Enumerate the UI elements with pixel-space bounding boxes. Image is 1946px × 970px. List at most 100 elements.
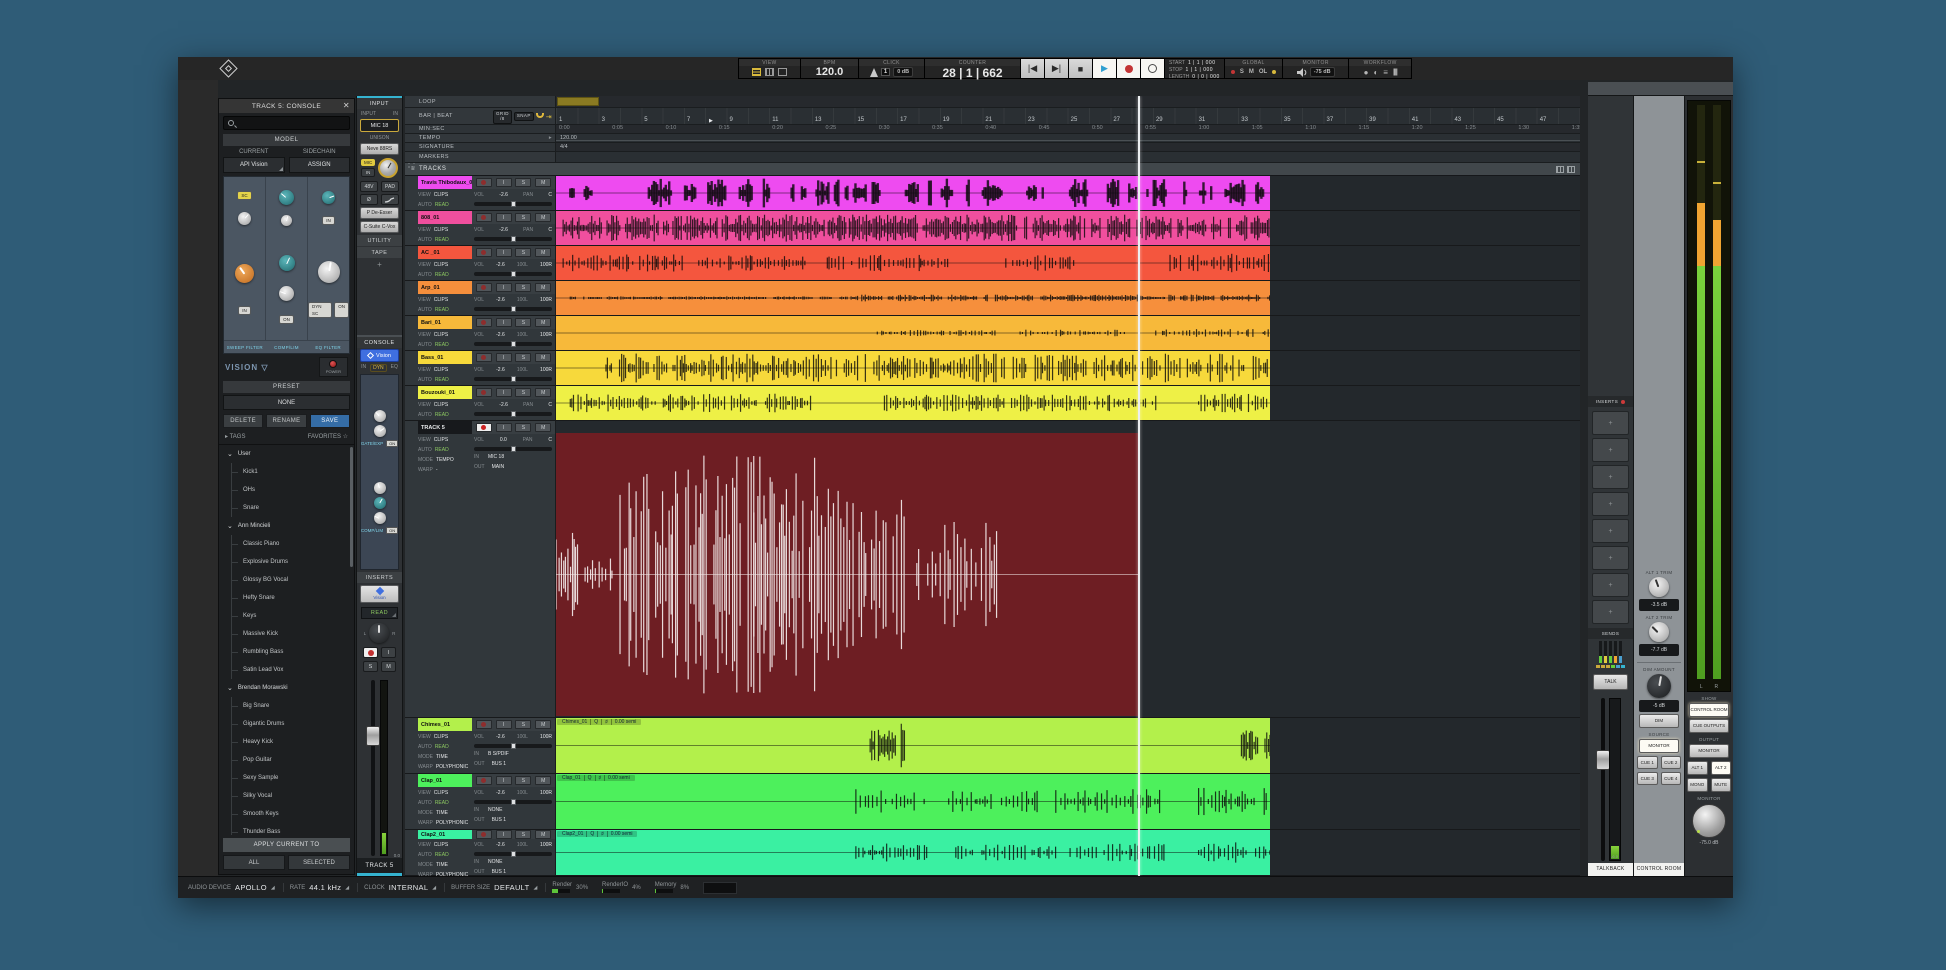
solo-button[interactable]: S <box>363 661 378 672</box>
track-record-arm-button[interactable] <box>476 248 492 257</box>
global-record-indicator[interactable] <box>1231 70 1235 74</box>
pan-knob[interactable] <box>369 623 389 643</box>
inserts-power-icon[interactable] <box>1621 400 1625 404</box>
length-value[interactable]: 0 | 0 | 000 <box>1192 74 1220 80</box>
plugin-knob[interactable] <box>279 190 294 205</box>
pan-slider[interactable] <box>474 744 552 748</box>
global-clip-indicator[interactable] <box>1272 70 1276 74</box>
info-value[interactable]: READ <box>435 342 449 348</box>
pan-left-label[interactable]: 100L <box>517 332 528 338</box>
plugin-knob[interactable] <box>238 212 251 225</box>
vol-value[interactable]: -2.6 <box>496 332 505 338</box>
plugin-in-chip[interactable]: IN <box>322 216 335 225</box>
plugin-in-chip[interactable]: IN <box>238 306 251 315</box>
tags-toggle[interactable]: ▸ TAGS <box>225 433 245 440</box>
track-record-arm-button[interactable] <box>476 830 492 839</box>
follow-playhead-icon[interactable]: ⇥ <box>546 113 552 121</box>
preset-item[interactable]: Pop Guitar <box>219 751 354 769</box>
info-value[interactable]: READ <box>435 237 449 243</box>
track-name[interactable]: AC _01 <box>418 246 472 259</box>
clip-label[interactable]: Chimes_01Q♯0.00 semi <box>557 719 641 725</box>
pad-button[interactable]: PAD <box>381 181 399 192</box>
dim-amount-knob[interactable] <box>1647 674 1671 698</box>
power-button[interactable]: POWER <box>319 357 348 377</box>
info-value[interactable]: READ <box>435 307 449 313</box>
info-value[interactable]: CLIPS <box>434 402 448 408</box>
track-name[interactable]: Bari_01 <box>418 316 472 329</box>
monitor-db-value[interactable]: -75 dB <box>1310 67 1335 77</box>
track-record-arm-button[interactable] <box>476 423 492 432</box>
info-value[interactable]: POLYPHONIC <box>436 764 468 770</box>
out-value[interactable]: MAIN <box>492 464 505 470</box>
cue2-button[interactable]: CUE 2 <box>1661 756 1682 769</box>
alt2-button[interactable]: ALT 2 <box>1711 761 1732 775</box>
track-record-arm-button[interactable] <box>476 720 492 729</box>
info-value[interactable]: CLIPS <box>434 437 448 443</box>
track-name[interactable]: TRACK 5 <box>418 421 472 434</box>
comp-thresh-knob[interactable] <box>374 482 386 494</box>
rename-button[interactable]: RENAME <box>266 414 306 428</box>
pan-slider-handle[interactable] <box>511 411 516 417</box>
info-value[interactable]: CLIPS <box>434 842 448 848</box>
track-lane[interactable] <box>556 421 1580 717</box>
comp-on-chip[interactable]: ON <box>386 527 398 534</box>
out-value[interactable]: BUS 1 <box>492 817 506 823</box>
input-section-header[interactable]: INPUT <box>357 96 402 109</box>
pan-slider[interactable] <box>474 342 552 346</box>
insert-slot[interactable]: + <box>1592 600 1629 624</box>
pan-left-label[interactable]: 100L <box>517 297 528 303</box>
info-value[interactable]: TEMPO <box>436 457 454 463</box>
track-input-button[interactable]: I <box>496 283 512 292</box>
vol-value[interactable]: -2.6 <box>496 262 505 268</box>
track-name[interactable]: Arp_01 <box>418 281 472 294</box>
track-input-button[interactable]: I <box>496 388 512 397</box>
out-value[interactable]: BUS 1 <box>492 869 506 875</box>
global-solo-indicator[interactable]: S <box>1240 69 1244 75</box>
comp-ratio-knob[interactable] <box>374 497 386 509</box>
vol-value[interactable]: -2.6 <box>496 367 505 373</box>
workflow-lanes-icon[interactable]: |||| <box>1393 69 1397 76</box>
track-header[interactable]: Clap2_01ISMVIEWCLIPSAUTOREADMODETIMEWARP… <box>405 830 556 875</box>
track-name[interactable]: Bouzouki_01 <box>418 386 472 399</box>
pan-slider[interactable] <box>474 307 552 311</box>
click-count-badge[interactable]: 1 <box>881 68 890 76</box>
global-mute-indicator[interactable]: M <box>1249 69 1254 75</box>
cue-outputs-button[interactable]: CUE OUTPUTS <box>1689 719 1729 733</box>
pan-right-label[interactable]: C <box>548 437 552 443</box>
in-value[interactable]: NONE <box>488 859 502 865</box>
preset-item[interactable]: Classic Piano <box>219 535 354 553</box>
track-record-arm-button[interactable] <box>476 178 492 187</box>
tape-section-header[interactable]: TAPE <box>357 247 402 258</box>
pan-slider-handle[interactable] <box>511 851 516 857</box>
plugin-knob[interactable] <box>322 191 335 204</box>
play-button[interactable]: ▶ <box>1093 59 1117 78</box>
vol-value[interactable]: -2.6 <box>496 734 505 740</box>
track-input-button[interactable]: I <box>496 213 512 222</box>
skip-to-end-button[interactable]: ▶| <box>1045 59 1069 78</box>
pan-slider-handle[interactable] <box>511 743 516 749</box>
preset-item[interactable]: Kick1 <box>219 463 354 481</box>
pan-slider[interactable] <box>474 237 552 241</box>
track-mute-button[interactable]: M <box>535 213 551 222</box>
inserts-section-header[interactable]: INSERTS <box>357 572 402 583</box>
pan-slider[interactable] <box>474 202 552 206</box>
deesser-slot[interactable]: P De-Esser <box>360 207 399 219</box>
track-mute-button[interactable]: M <box>535 830 551 839</box>
show-control-room-button[interactable]: CONTROL ROOM <box>1689 703 1729 717</box>
track-solo-button[interactable]: S <box>515 776 531 785</box>
rate-setting[interactable]: RATE 44.1 kHz◢ <box>290 883 358 892</box>
vol-value[interactable]: -2.6 <box>499 192 508 198</box>
gate-on-chip[interactable]: ON <box>386 440 398 447</box>
track-input-button[interactable]: I <box>496 720 512 729</box>
info-value[interactable]: TIME <box>436 862 448 868</box>
track-input-button[interactable]: I <box>496 353 512 362</box>
pan-slider[interactable] <box>474 447 552 451</box>
release-knob[interactable] <box>279 286 294 301</box>
console-vision-chip[interactable]: Vision <box>360 349 399 362</box>
info-value[interactable]: READ <box>435 744 449 750</box>
model-select[interactable]: API Vision <box>223 157 285 173</box>
insert-slot[interactable]: + <box>1592 519 1629 543</box>
close-icon[interactable]: ✕ <box>343 101 350 111</box>
pan-left-label[interactable]: 100L <box>517 367 528 373</box>
mono-button[interactable]: MONO <box>1687 778 1708 792</box>
